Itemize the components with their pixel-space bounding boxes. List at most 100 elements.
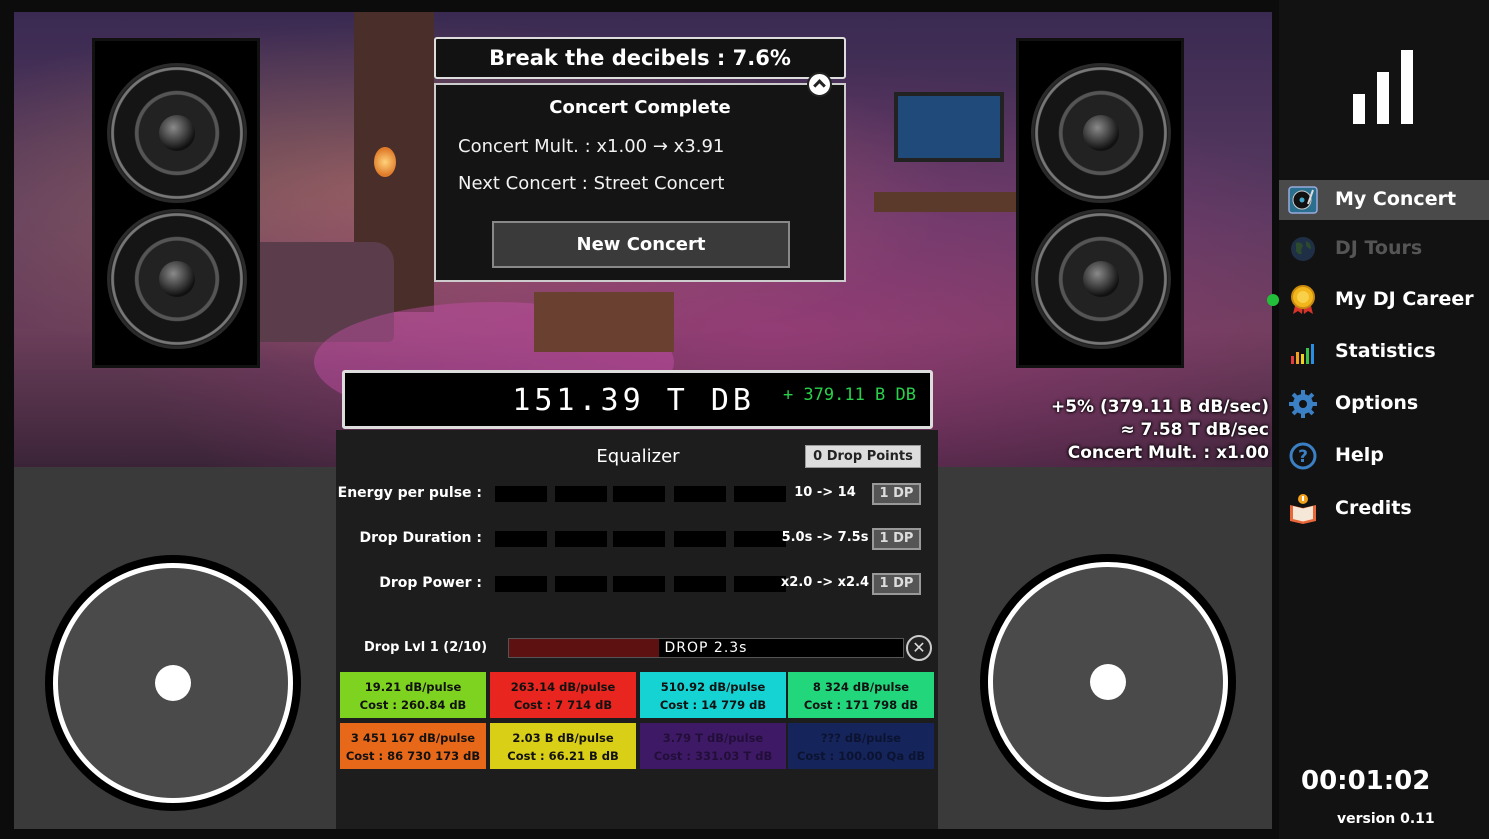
generator-rate: ??? dB/pulse <box>820 731 902 745</box>
next-concert-text: Next Concert : Street Concert <box>458 173 725 194</box>
generator-button[interactable]: 263.14 dB/pulse Cost : 7 714 dB <box>490 672 636 718</box>
generator-rate: 510.92 dB/pulse <box>660 680 766 694</box>
nav-label: Statistics <box>1335 340 1436 362</box>
generator-rate: 19.21 dB/pulse <box>364 680 462 694</box>
session-timer: 00:01:02 <box>1301 766 1431 796</box>
turntable-right[interactable] <box>980 554 1236 810</box>
generator-cost: Cost : 100.00 Qa dB <box>796 749 926 763</box>
generator-rate: 3 451 167 dB/pulse <box>350 731 476 745</box>
turntable-icon <box>1288 186 1318 214</box>
concert-complete-title: Concert Complete <box>549 97 731 118</box>
generator-button[interactable]: 19.21 dB/pulse Cost : 260.84 dB <box>340 672 486 718</box>
eq-upgrade-button[interactable]: 1 DP <box>872 528 921 550</box>
drop-timer-text: DROP 2.3s <box>664 640 748 656</box>
eq-level-cell <box>674 486 726 502</box>
rate-bonus: +5% (379.11 B dB/sec) <box>1050 397 1269 417</box>
drop-points-badge: 0 Drop Points <box>805 445 921 468</box>
close-icon[interactable]: ✕ <box>906 635 932 661</box>
collapse-chevron-icon[interactable] <box>807 72 832 97</box>
gear-icon <box>1289 390 1317 418</box>
eq-row-energy: Energy per pulse : 10 -> 14 1 DP <box>336 483 938 507</box>
eq-row-duration: Drop Duration : 5.0s -> 7.5s 1 DP <box>336 528 938 552</box>
decibel-counter: 151.39 T DB + 379.11 B DB <box>342 370 933 429</box>
generator-cost: Cost : 171 798 dB <box>803 698 919 712</box>
nav-label: DJ Tours <box>1335 237 1423 259</box>
monitor <box>894 92 1004 162</box>
eq-label: Drop Duration : <box>359 530 482 546</box>
eq-row-power: Drop Power : x2.0 -> x2.4 1 DP <box>336 573 938 597</box>
generator-rate: 8 324 dB/pulse <box>812 680 910 694</box>
medal-icon <box>1291 285 1315 314</box>
eq-level-cell <box>674 576 726 592</box>
lamp <box>374 147 396 177</box>
generator-cost: Cost : 7 714 dB <box>513 698 613 712</box>
generator-button[interactable]: 2.03 B dB/pulse Cost : 66.21 B dB <box>490 723 636 769</box>
eq-level-cell <box>613 576 665 592</box>
equalizer-panel: Equalizer 0 Drop Points Energy per pulse… <box>336 430 938 829</box>
eq-range: x2.0 -> x2.4 <box>780 575 870 590</box>
concert-mult-text: Concert Mult. : x1.00 → x3.91 <box>458 136 725 157</box>
eq-range: 10 -> 14 <box>794 485 856 500</box>
nav-credits[interactable]: Credits <box>1279 489 1489 529</box>
generator-rate: 2.03 B dB/pulse <box>512 731 614 745</box>
eq-level-cell <box>613 486 665 502</box>
generator-button[interactable]: 3 451 167 dB/pulse Cost : 86 730 173 dB <box>340 723 486 769</box>
rate-per-sec: ≈ 7.58 T dB/sec <box>1120 420 1269 440</box>
rate-summary: +5% (379.11 B dB/sec) ≈ 7.58 T dB/sec Co… <box>1051 396 1269 465</box>
nav-statistics[interactable]: Statistics <box>1279 332 1489 372</box>
eq-level-cell <box>495 486 547 502</box>
help-icon: ? <box>1289 442 1317 470</box>
generator-button[interactable]: 8 324 dB/pulse Cost : 171 798 dB <box>788 672 934 718</box>
game-screen: Break the decibels : 7.6% Concert Comple… <box>0 0 1489 839</box>
nav-my-dj-career[interactable]: My DJ Career <box>1267 280 1489 320</box>
eq-level-cell <box>613 531 665 547</box>
eq-upgrade-button[interactable]: 1 DP <box>872 483 921 505</box>
turntable-spindle <box>155 665 191 701</box>
eq-upgrade-button[interactable]: 1 DP <box>872 573 921 595</box>
bar-chart-icon <box>1291 344 1314 364</box>
nav-my-concert[interactable]: My Concert <box>1279 180 1489 220</box>
nav-dj-tours[interactable]: DJ Tours <box>1279 229 1489 269</box>
speaker-left <box>92 38 260 368</box>
generator-button[interactable]: 510.92 dB/pulse Cost : 14 779 dB <box>640 672 786 718</box>
generator-rate: 263.14 dB/pulse <box>510 680 616 694</box>
generator-rate: 3.79 T dB/pulse <box>662 731 764 745</box>
concert-complete-panel: Concert Complete Concert Mult. : x1.00 →… <box>434 83 846 282</box>
eq-level-cell <box>555 576 607 592</box>
concert-mult-current: Concert Mult. : x1.00 <box>1067 443 1269 463</box>
eq-level-cell <box>674 531 726 547</box>
nav-help[interactable]: ? Help <box>1279 436 1489 476</box>
new-concert-button[interactable]: New Concert <box>492 221 790 268</box>
book-icon <box>1290 494 1316 524</box>
eq-label: Drop Power : <box>379 575 482 591</box>
nav-label: My Concert <box>1335 188 1457 210</box>
decibel-gain: + 379.11 B DB <box>782 385 916 405</box>
speaker-right <box>1016 38 1184 368</box>
coffee-table <box>534 292 674 352</box>
globe-icon <box>1291 237 1315 261</box>
eq-level-cell <box>555 531 607 547</box>
version-label: version 0.11 <box>1337 811 1435 827</box>
drop-progress-bar: DROP 2.3s <box>508 638 904 658</box>
nav-options[interactable]: Options <box>1279 384 1489 424</box>
goal-banner: Break the decibels : 7.6% <box>434 37 846 79</box>
eq-level-cell <box>555 486 607 502</box>
generator-button[interactable]: ??? dB/pulse Cost : 100.00 Qa dB <box>788 723 934 769</box>
eq-range: 5.0s -> 7.5s <box>781 530 869 545</box>
generator-cost: Cost : 14 779 dB <box>659 698 767 712</box>
notification-dot <box>1267 294 1279 306</box>
sidebar: My Concert DJ Tours My DJ Career Statist… <box>1267 0 1489 839</box>
nav-label: Help <box>1335 444 1384 466</box>
speaker-driver <box>107 63 247 203</box>
generator-button[interactable]: 3.79 T dB/pulse Cost : 331.03 T dB <box>640 723 786 769</box>
nav-label: My DJ Career <box>1335 288 1474 310</box>
turntable-left[interactable] <box>45 555 301 811</box>
generator-cost: Cost : 86 730 173 dB <box>345 749 481 763</box>
generator-cost: Cost : 331.03 T dB <box>653 749 773 763</box>
decibel-total: 151.39 T DB <box>512 383 755 418</box>
speaker-driver <box>1031 209 1171 349</box>
signal-bars-icon <box>1353 50 1413 124</box>
eq-level-cell <box>734 576 786 592</box>
svg-text:?: ? <box>1298 447 1308 467</box>
generator-cost: Cost : 260.84 dB <box>359 698 467 712</box>
